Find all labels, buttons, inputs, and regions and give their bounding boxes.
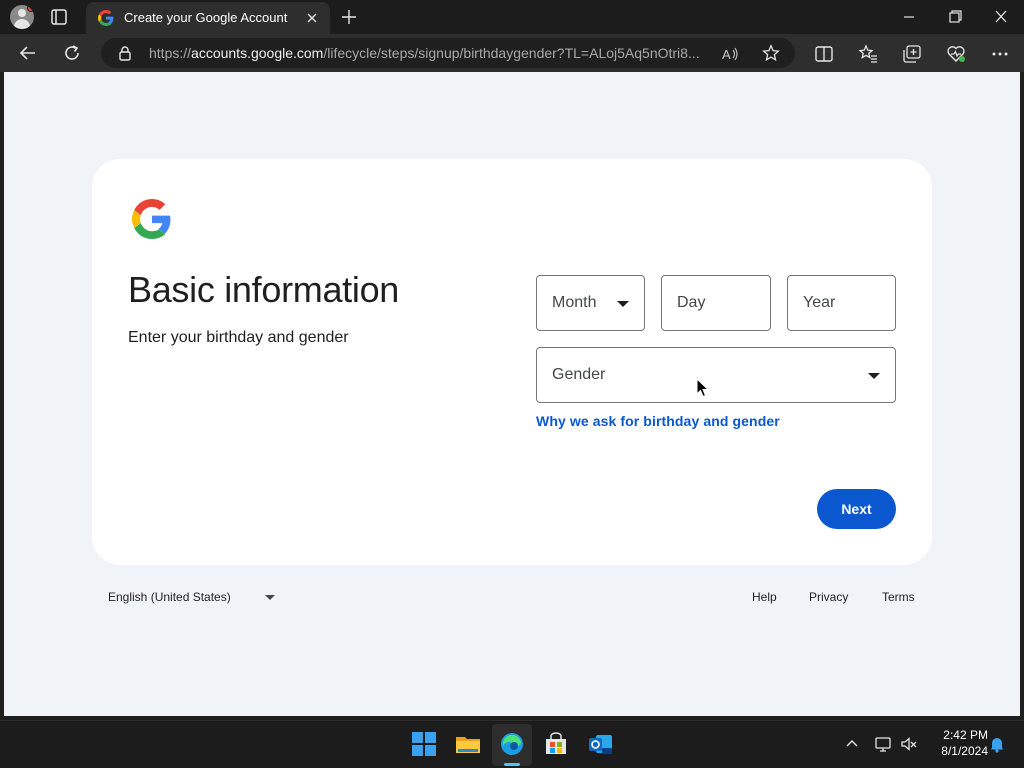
restore-window-icon[interactable] [943,6,967,28]
help-link[interactable]: Help [752,590,777,604]
notification-bell-icon[interactable] [988,735,1006,753]
taskbar-clock[interactable]: 2:42 PM 8/1/2024 [924,727,988,759]
windows-start-icon[interactable] [411,731,437,757]
day-input-label: Day [677,294,706,311]
svg-text:A: A [722,47,731,62]
gender-select[interactable]: Gender [536,347,896,403]
tab-actions-icon[interactable] [50,8,68,26]
windows-taskbar: 2:42 PM 8/1/2024 [0,720,1024,768]
chevron-down-icon [868,373,880,379]
month-select[interactable]: Month [536,275,645,331]
split-screen-icon[interactable] [814,44,834,64]
active-app-indicator [504,763,520,766]
browser-tab-bar: Create your Google Account [0,0,1024,34]
next-button[interactable]: Next [817,489,896,529]
refresh-icon[interactable] [62,43,82,63]
gender-select-label: Gender [552,366,606,383]
browser-essentials-heart-icon[interactable] [946,44,966,64]
read-aloud-icon[interactable]: A [721,45,739,63]
volume-muted-icon[interactable] [900,735,918,753]
day-input[interactable]: Day [661,275,771,331]
clock-time: 2:42 PM [943,728,988,742]
why-birthday-gender-link[interactable]: Why we ask for birthday and gender [536,413,780,429]
google-favicon-icon [98,10,114,26]
page-subtitle: Enter your birthday and gender [128,329,349,346]
year-input-label: Year [803,294,836,311]
profile-avatar[interactable] [10,5,34,29]
add-favorite-star-icon[interactable] [762,44,780,62]
active-tab[interactable]: Create your Google Account [86,2,330,34]
page-title: Basic information [128,269,400,310]
year-input[interactable]: Year [787,275,896,331]
google-logo-icon [132,199,171,239]
address-bar[interactable]: https://accounts.google.com/lifecycle/st… [101,38,795,68]
file-explorer-icon[interactable] [455,731,481,757]
page-viewport: Basic information Enter your birthday an… [4,72,1020,716]
outlook-new-icon[interactable] [587,731,613,757]
mouse-cursor-icon [696,378,710,398]
clock-date: 8/1/2024 [941,744,988,758]
lock-icon[interactable] [117,45,133,61]
edge-browser-icon[interactable] [499,731,525,757]
back-arrow-icon[interactable] [18,43,38,63]
signup-card: Basic information Enter your birthday an… [92,159,932,565]
chevron-down-icon[interactable] [265,595,275,600]
close-window-icon[interactable] [989,6,1013,28]
settings-more-icon[interactable] [990,44,1010,64]
terms-link[interactable]: Terms [882,590,915,604]
close-tab-icon[interactable] [304,10,320,26]
privacy-link[interactable]: Privacy [809,590,848,604]
microsoft-store-icon[interactable] [543,731,569,757]
tab-title: Create your Google Account [124,10,288,25]
notification-dot-icon [27,5,34,12]
browser-toolbar: https://accounts.google.com/lifecycle/st… [0,34,1024,72]
chevron-up-icon[interactable] [843,735,861,753]
url-text[interactable]: https://accounts.google.com/lifecycle/st… [149,45,709,61]
favorites-icon[interactable] [858,44,878,64]
month-select-label: Month [552,294,597,311]
new-tab-icon[interactable] [340,8,358,26]
page-footer: English (United States) Help Privacy Ter… [4,587,1020,607]
network-icon[interactable] [874,735,892,753]
language-selector[interactable]: English (United States) [108,590,231,604]
chevron-down-icon [617,301,629,307]
minimize-window-icon[interactable] [897,6,921,28]
collections-icon[interactable] [902,44,922,64]
